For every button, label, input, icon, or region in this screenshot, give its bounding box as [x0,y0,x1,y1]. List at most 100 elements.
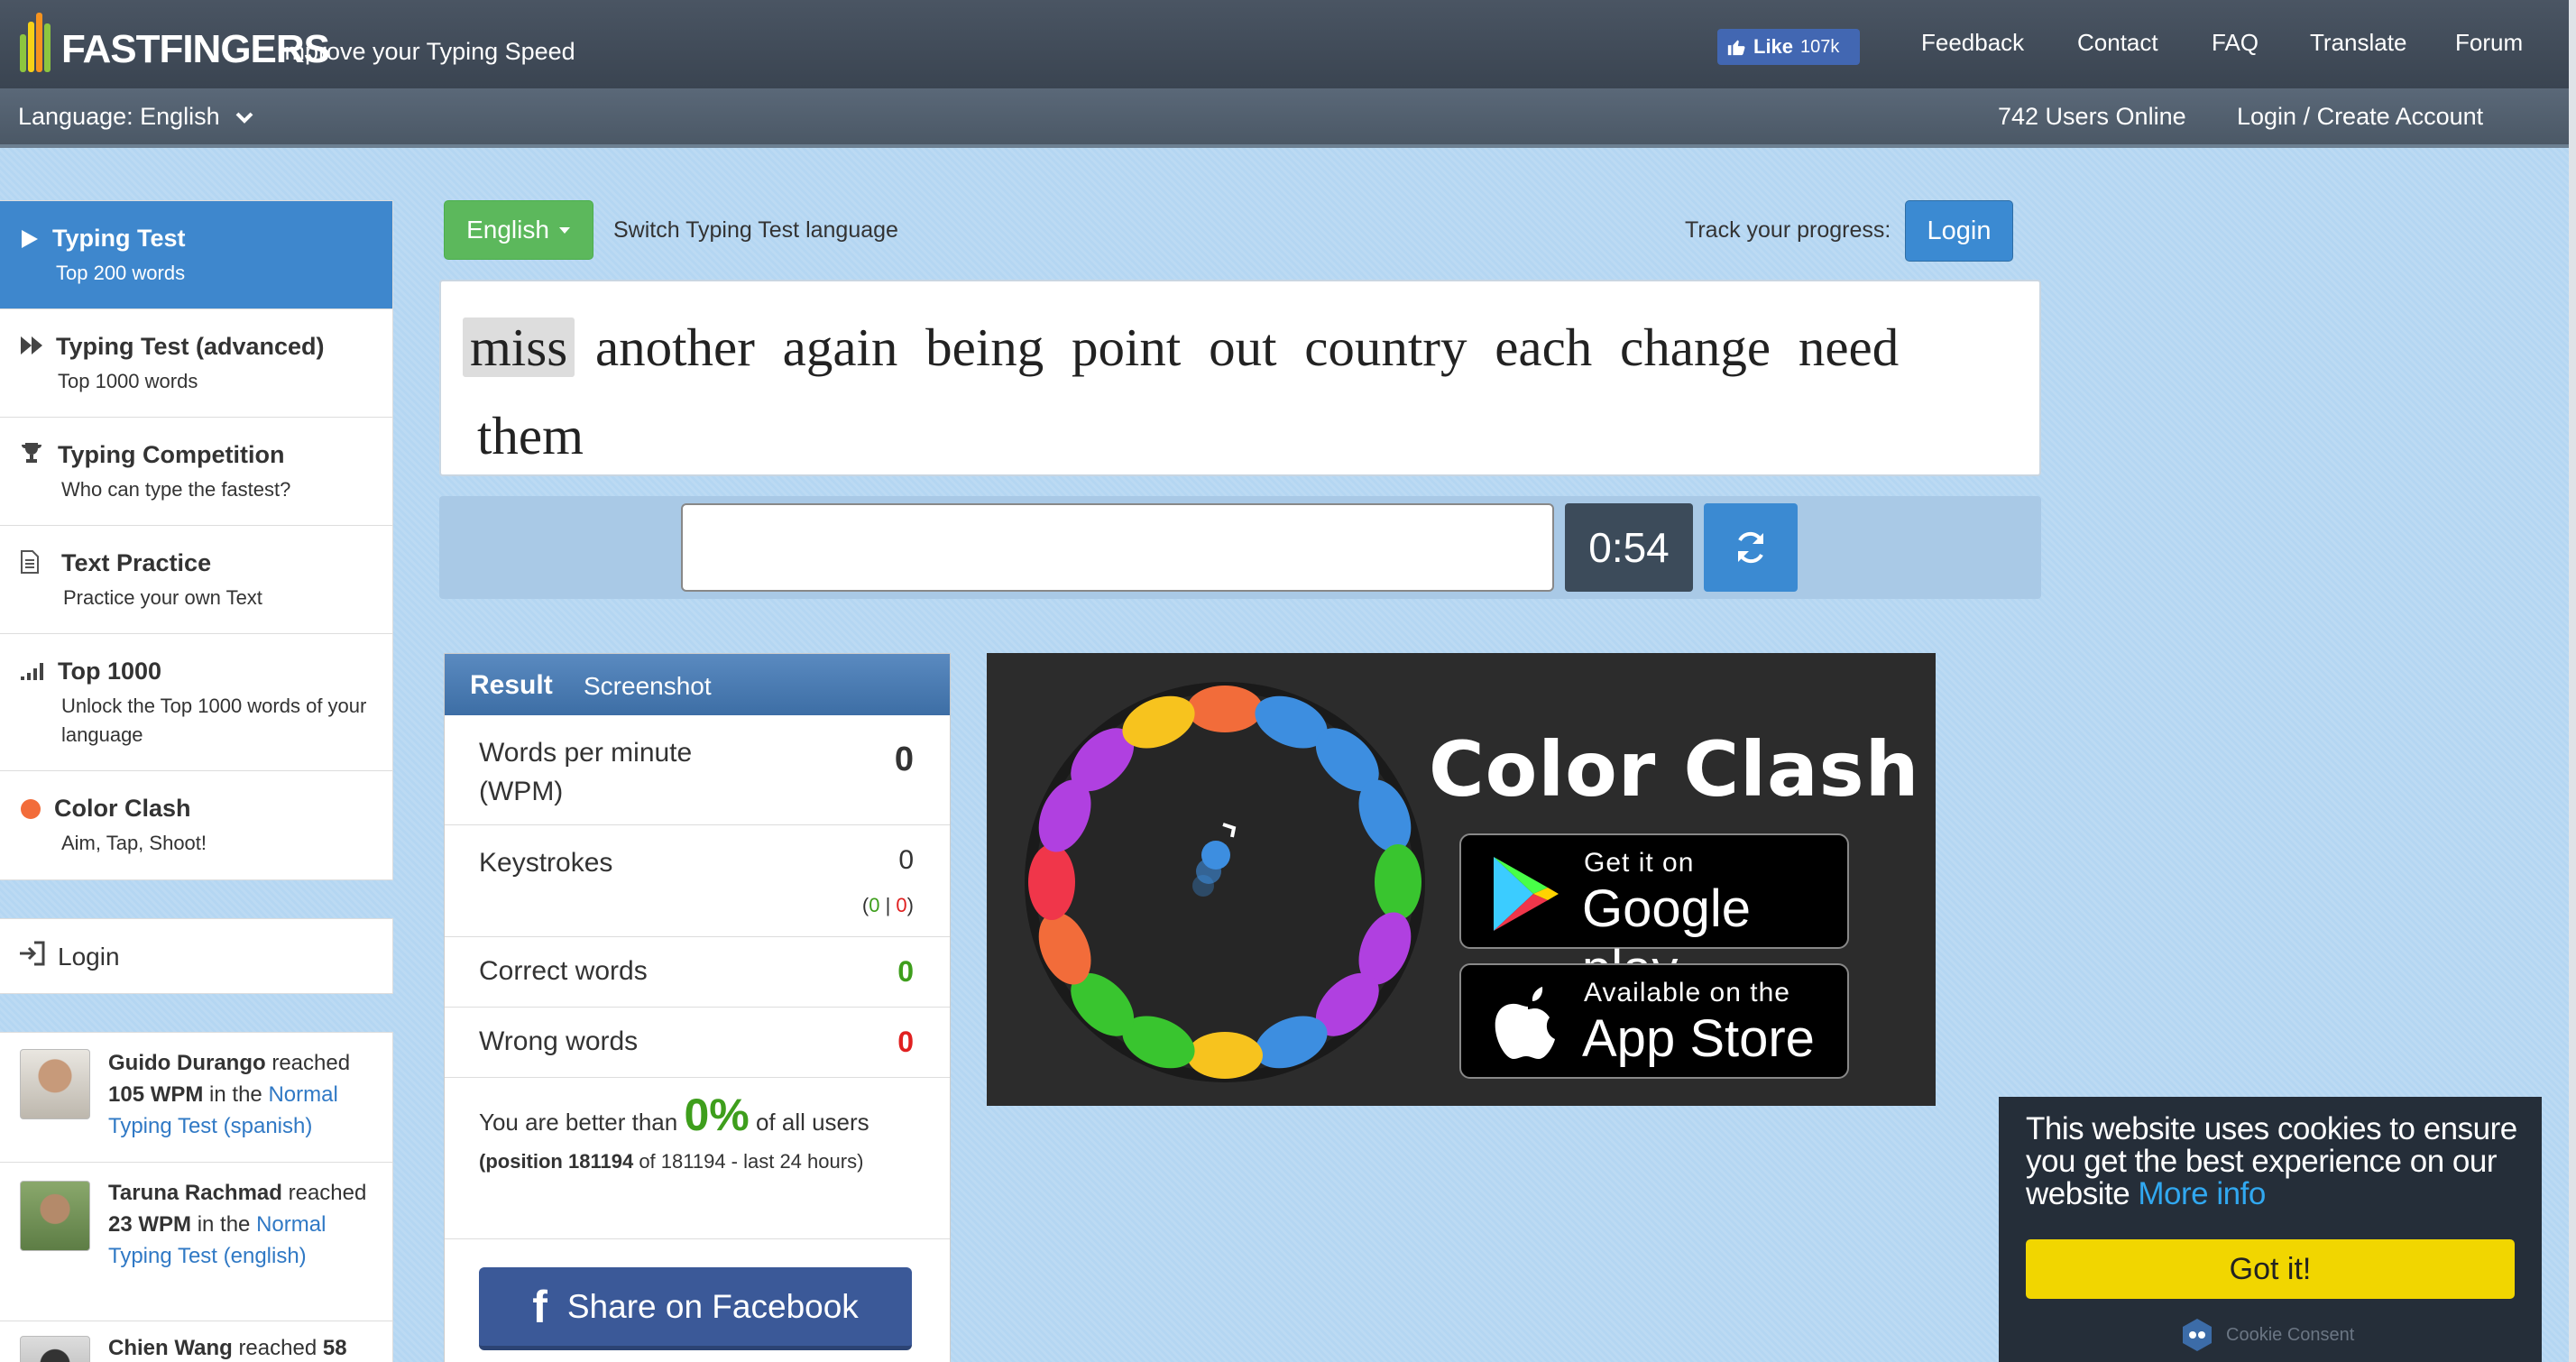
word: out [1209,317,1277,377]
nav-contact[interactable]: Contact [2077,29,2158,57]
sidebar-item-typing-test-advanced[interactable]: Typing Test (advanced) Top 1000 words [0,309,392,418]
app-store-button[interactable]: Available on the App Store [1459,963,1849,1079]
word: each [1495,317,1593,377]
sidebar-item-subtitle: Top 200 words [56,262,186,284]
caret-down-icon [558,227,570,234]
avatar[interactable] [20,1181,90,1251]
word: change [1620,317,1771,377]
percentile-value: 0% [684,1090,750,1140]
apple-small-label: Available on the [1584,978,1790,1008]
refresh-icon [1738,531,1763,564]
restart-button[interactable] [1704,503,1798,592]
facebook-icon: f [532,1281,547,1332]
sidebar-item-typing-competition[interactable]: Typing Competition Who can type the fast… [0,418,392,526]
apple-icon [1495,987,1555,1059]
cookie-consent-banner: This website uses cookies to ensure you … [1999,1097,2542,1362]
color-clash-ad[interactable]: Color Clash Get it on Google play Availa… [987,653,1936,1106]
fast-forward-icon [21,336,42,354]
trophy-icon [22,443,41,463]
typing-input-row: 0:54 [439,496,2041,599]
sidebar-item-color-clash[interactable]: Color Clash Aim, Tap, Shoot! [0,771,392,879]
sidebar-item-title: Typing Test (advanced) [56,333,325,360]
nav-feedback[interactable]: Feedback [1921,29,2024,57]
percentile-text: You are better than 0% of all users (pos… [479,1090,869,1173]
track-progress-label: Track your progress: [1685,217,1891,243]
fb-like-count: 107k [1800,36,1840,57]
sidebar-item-top-1000[interactable]: Top 1000 Unlock the Top 1000 words of yo… [0,634,392,771]
language-dropdown-label: Language: English [18,103,220,130]
sub-navbar: Language: English 742 Users Online Login… [0,88,2576,148]
play-icon [22,230,38,248]
feed-text: Chien Wang reached 58 [108,1336,347,1360]
result-panel: Result Screenshot Words per minute (WPM)… [444,653,951,1362]
cookie-more-info-link[interactable]: More info [2138,1176,2266,1211]
wpm-label: Words per minute (WPM) [479,738,693,806]
correct-words-value: 0 [897,955,914,988]
avatar[interactable] [20,1049,90,1119]
login-create-account-link[interactable]: Login / Create Account [2237,103,2483,131]
wpm-value: 0 [894,741,914,778]
nav-faq[interactable]: FAQ [2212,29,2259,57]
sidebar-item-typing-test[interactable]: Typing Test Top 200 words [0,201,392,309]
color-wheel-graphic [1025,682,1425,1082]
nav-forum[interactable]: Forum [2455,29,2523,57]
sidebar-login[interactable]: Login [0,918,393,994]
cookie-consent-brand[interactable]: Cookie Consent [2179,1317,2354,1353]
result-header: Result Screenshot [445,654,950,715]
facebook-like-button[interactable]: Like 107k [1717,29,1860,65]
wrong-words-label: Wrong words [479,1026,639,1056]
sidebar-item-subtitle: Aim, Tap, Shoot! [61,832,207,854]
feed-item: Guido Durango reached 105 WPM in the Nor… [0,1033,393,1163]
word-display: miss another again being point out count… [439,280,2041,476]
keystrokes-breakdown: (0 | 0) [861,894,914,916]
switch-language-label: Switch Typing Test language [613,217,898,243]
divider [445,1238,950,1239]
ad-title: Color Clash [1429,725,1920,814]
document-icon [21,550,39,574]
feed-text: Taruna Rachmad reached 23 WPM in the Nor… [108,1181,367,1268]
sidebar-item-subtitle: Unlock the Top 1000 words of your langua… [61,695,367,746]
cookie-consent-logo-icon [2183,1319,2212,1351]
sidebar-login-label: Login [58,943,120,971]
activity-feed: Guido Durango reached 105 WPM in the Nor… [0,1032,393,1362]
feed-item: Chien Wang reached 58 [0,1321,393,1362]
login-button[interactable]: Login [1905,200,2013,262]
scrollbar-track[interactable] [2569,0,2576,1362]
correct-words-row: Correct words 0 [445,937,950,1008]
apple-big-label: App Store [1582,1009,1815,1068]
tab-screenshot[interactable]: Screenshot [584,672,712,701]
sign-in-icon [20,941,45,966]
wheel-petal [1375,844,1421,920]
language-button[interactable]: English [444,200,593,260]
word-line: miss another again being point out count… [463,303,2010,474]
sidebar-item-title: Typing Competition [58,441,285,468]
cookie-accept-button[interactable]: Got it! [2026,1239,2515,1299]
word: being [925,317,1044,377]
typing-input[interactable] [681,503,1554,592]
nav-translate[interactable]: Translate [2310,29,2406,57]
word: again [782,317,898,377]
word: them [477,406,584,465]
sidebar-item-text-practice[interactable]: Text Practice Practice your own Text [0,526,392,634]
language-button-label: English [466,216,549,244]
hand-logo-icon [20,13,51,72]
wrong-words-value: 0 [897,1026,914,1058]
tab-result[interactable]: Result [470,670,553,701]
word: country [1304,317,1467,377]
fb-like-label: Like [1753,35,1794,58]
share-facebook-button[interactable]: f Share on Facebook [479,1267,912,1350]
sidebar-item-title: Text Practice [61,549,212,576]
avatar[interactable] [20,1336,90,1362]
language-dropdown[interactable]: Language: English [18,103,253,131]
feed-text: Guido Durango reached 105 WPM in the Nor… [108,1051,351,1138]
fastfingers-logo[interactable]: FASTFINGERS [18,7,330,79]
keystrokes-row: Keystrokes 0 (0 | 0) [445,825,950,937]
sidebar-menu: Typing Test Top 200 words Typing Test (a… [0,200,393,880]
signal-bars-icon [21,663,43,680]
word: another [594,317,755,377]
share-facebook-label: Share on Facebook [566,1287,859,1325]
tagline: Improve your Typing Speed [278,38,575,65]
keystrokes-label: Keystrokes [479,848,613,878]
google-play-button[interactable]: Get it on Google play [1459,833,1849,998]
countdown-timer: 0:54 [1565,503,1693,592]
